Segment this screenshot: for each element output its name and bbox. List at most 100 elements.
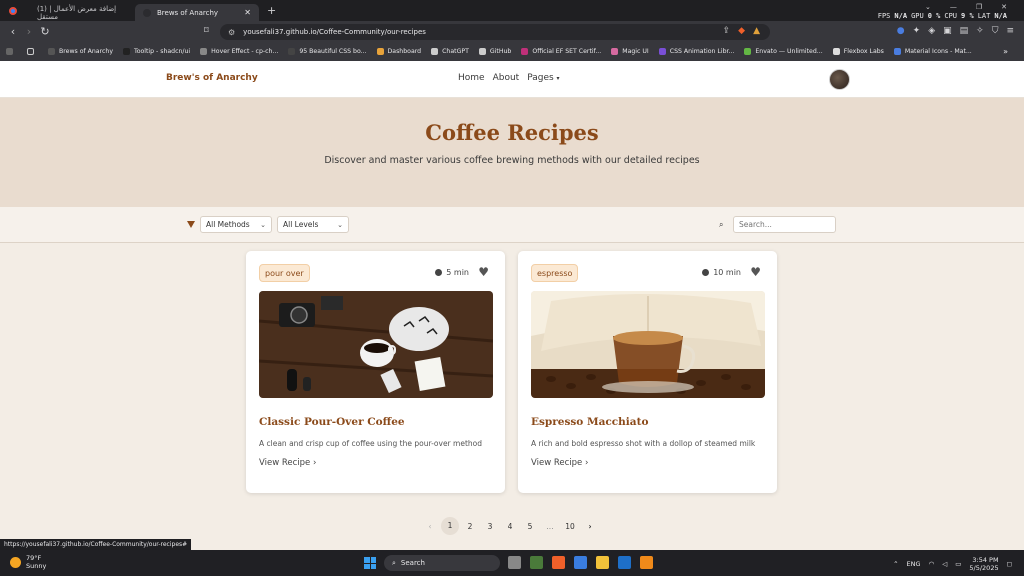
task-view-icon[interactable] (508, 556, 521, 569)
bookmark-item[interactable]: Hover Effect - cp-ch... (200, 48, 278, 55)
bookmark-item[interactable]: Brews of Anarchy (48, 48, 113, 55)
bookmark-item[interactable]: Material Icons - Mat... (893, 48, 972, 55)
bookmark-favicon-icon (832, 48, 840, 55)
minimize-icon[interactable]: — (950, 3, 957, 11)
bookmark-item[interactable]: 95 Beautiful CSS bo... (288, 48, 367, 55)
page-4[interactable]: 4 (500, 522, 520, 531)
notification-icon[interactable]: ◻ (1007, 560, 1012, 568)
bookmark-label: Magic UI (622, 48, 649, 55)
view-recipe-label: View Recipe (531, 458, 583, 468)
pagination-next[interactable]: › (580, 522, 600, 531)
windows-start-icon[interactable] (364, 557, 376, 569)
nav-about[interactable]: About (493, 73, 520, 83)
reload-icon[interactable]: ↻ (37, 25, 53, 38)
chevron-up-icon[interactable]: ⌃ (893, 560, 898, 568)
tab-favicon-icon (143, 8, 151, 17)
brave-browser-icon[interactable] (552, 556, 565, 569)
battery-icon[interactable]: ▭ (955, 560, 961, 568)
extension-icon[interactable]: ◈ (928, 26, 935, 36)
page-subtitle: Discover and master various coffee brewi… (324, 155, 700, 166)
methods-select[interactable]: All Methods ⌄ (200, 216, 272, 233)
fps-value: N/A (894, 12, 908, 20)
file-explorer-icon[interactable] (596, 556, 609, 569)
share-icon[interactable]: ⇪ (723, 26, 731, 36)
favorite-heart-icon[interactable]: ♥ (750, 265, 761, 279)
forward-icon[interactable]: › (21, 25, 37, 38)
bookmark-favicon-icon (48, 48, 55, 55)
back-icon[interactable]: ‹ (5, 25, 21, 38)
extension-icon[interactable]: ● (897, 26, 905, 36)
view-recipe-link[interactable]: View Recipe › (531, 458, 588, 468)
tab-mostaql[interactable]: (1) إضافة معرض الأعمال | مستقل (29, 4, 131, 21)
bookmark-label: CSS Animation Libr... (669, 48, 735, 55)
tab-brews-of-anarchy[interactable]: Brews of Anarchy ✕ (135, 4, 259, 21)
close-tab-icon[interactable]: ✕ (244, 8, 251, 17)
game-app-icon[interactable] (530, 556, 543, 569)
tab-label: (1) إضافة معرض الأعمال | مستقل (37, 4, 117, 21)
volume-icon[interactable]: ◁ (942, 560, 947, 568)
clock-icon (435, 269, 443, 276)
page-10[interactable]: 10 (560, 522, 580, 531)
bookmark-label: Flexbox Labs (843, 48, 884, 55)
bookmark-item[interactable]: Dashboard (376, 48, 421, 55)
bookmark-item[interactable]: GitHub (478, 48, 511, 55)
bookmark-favicon-icon (478, 48, 486, 55)
leo-icon[interactable]: ✧ (976, 26, 984, 36)
bookmarks-folder-icon[interactable] (6, 48, 17, 55)
language-indicator[interactable]: ENG (907, 560, 921, 568)
nav-home[interactable]: Home (458, 73, 485, 83)
vpn-icon[interactable]: ⛉ (992, 26, 999, 36)
clock[interactable]: 3:54 PM 5/5/2025 (969, 556, 998, 572)
clock-date: 5/5/2025 (969, 564, 999, 572)
site-info-icon[interactable]: ⚙ (228, 28, 235, 37)
bookmark-item[interactable]: Magic UI (611, 48, 649, 55)
view-recipe-link[interactable]: View Recipe › (259, 458, 316, 468)
weather-widget[interactable]: 79°F Sunny (10, 554, 46, 570)
wallet-icon[interactable]: ▤ (960, 26, 969, 36)
bookmark-item[interactable]: Tooltip - shadcn/ui (122, 48, 190, 55)
puzzle-icon[interactable]: ✦ (913, 26, 921, 36)
cpu-value: 9 % (961, 12, 974, 20)
brave-rewards-icon[interactable]: ▲ (753, 26, 760, 36)
vlc-icon[interactable] (640, 556, 653, 569)
address-bar-row: ‹ › ↻ ⌑ ⚙ yousefali37.github.io/Coffee-C… (0, 21, 1024, 42)
lat-value: N/A (994, 12, 1007, 20)
bookmark-icon[interactable]: ⌑ (204, 26, 209, 36)
bookmark-item[interactable]: Flexbox Labs (832, 48, 884, 55)
page-1[interactable]: 1 (441, 517, 459, 535)
bookmark-item[interactable]: CSS Animation Libr... (658, 48, 735, 55)
search-input[interactable] (733, 216, 836, 233)
user-avatar[interactable] (829, 69, 850, 90)
pagination-prev[interactable]: ‹ (420, 522, 440, 531)
nav-pages[interactable]: Pages ▾ (527, 73, 559, 83)
restore-icon[interactable]: ❐ (976, 3, 982, 11)
weather-temp: 79°F (26, 554, 42, 562)
taskbar-search[interactable]: ⌕ Search (384, 555, 500, 571)
bookmark-item[interactable]: Official EF SET Certif... (521, 48, 601, 55)
url-field[interactable]: ⚙ yousefali37.github.io/Coffee-Community… (220, 24, 770, 40)
new-tab-button[interactable]: + (267, 4, 276, 17)
page-3[interactable]: 3 (480, 522, 500, 531)
extensions-area: ● ✦ ◈ ▣ ▤ ✧ ⛉ ≡ (897, 26, 1014, 36)
chevron-down-icon[interactable]: ⌄ (925, 3, 931, 11)
more-bookmarks-icon[interactable]: » (1003, 47, 1008, 56)
favorite-heart-icon[interactable]: ♥ (478, 265, 489, 279)
bookmark-item[interactable]: Envato — Unlimited... (744, 48, 823, 55)
weather-desc: Sunny (26, 562, 47, 570)
url-text: yousefali37.github.io/Coffee-Community/o… (243, 28, 426, 36)
close-window-icon[interactable]: ✕ (1001, 3, 1007, 11)
apps-grid-icon[interactable] (27, 48, 38, 55)
weather-text: 79°F Sunny (26, 554, 46, 570)
bookmark-item[interactable]: ChatGPT (431, 48, 469, 55)
page-5[interactable]: 5 (520, 522, 540, 531)
sidebar-icon[interactable]: ▣ (943, 26, 952, 36)
outlook-icon[interactable] (618, 556, 631, 569)
wifi-icon[interactable]: ◠ (929, 560, 935, 568)
store-icon[interactable] (574, 556, 587, 569)
brave-shield-icon[interactable]: ◆ (738, 26, 745, 36)
brand-logo[interactable]: Brew's of Anarchy (166, 73, 258, 83)
prep-time-value: 10 min (713, 268, 741, 277)
page-2[interactable]: 2 (460, 522, 480, 531)
menu-icon[interactable]: ≡ (1006, 26, 1014, 36)
levels-select[interactable]: All Levels ⌄ (277, 216, 349, 233)
